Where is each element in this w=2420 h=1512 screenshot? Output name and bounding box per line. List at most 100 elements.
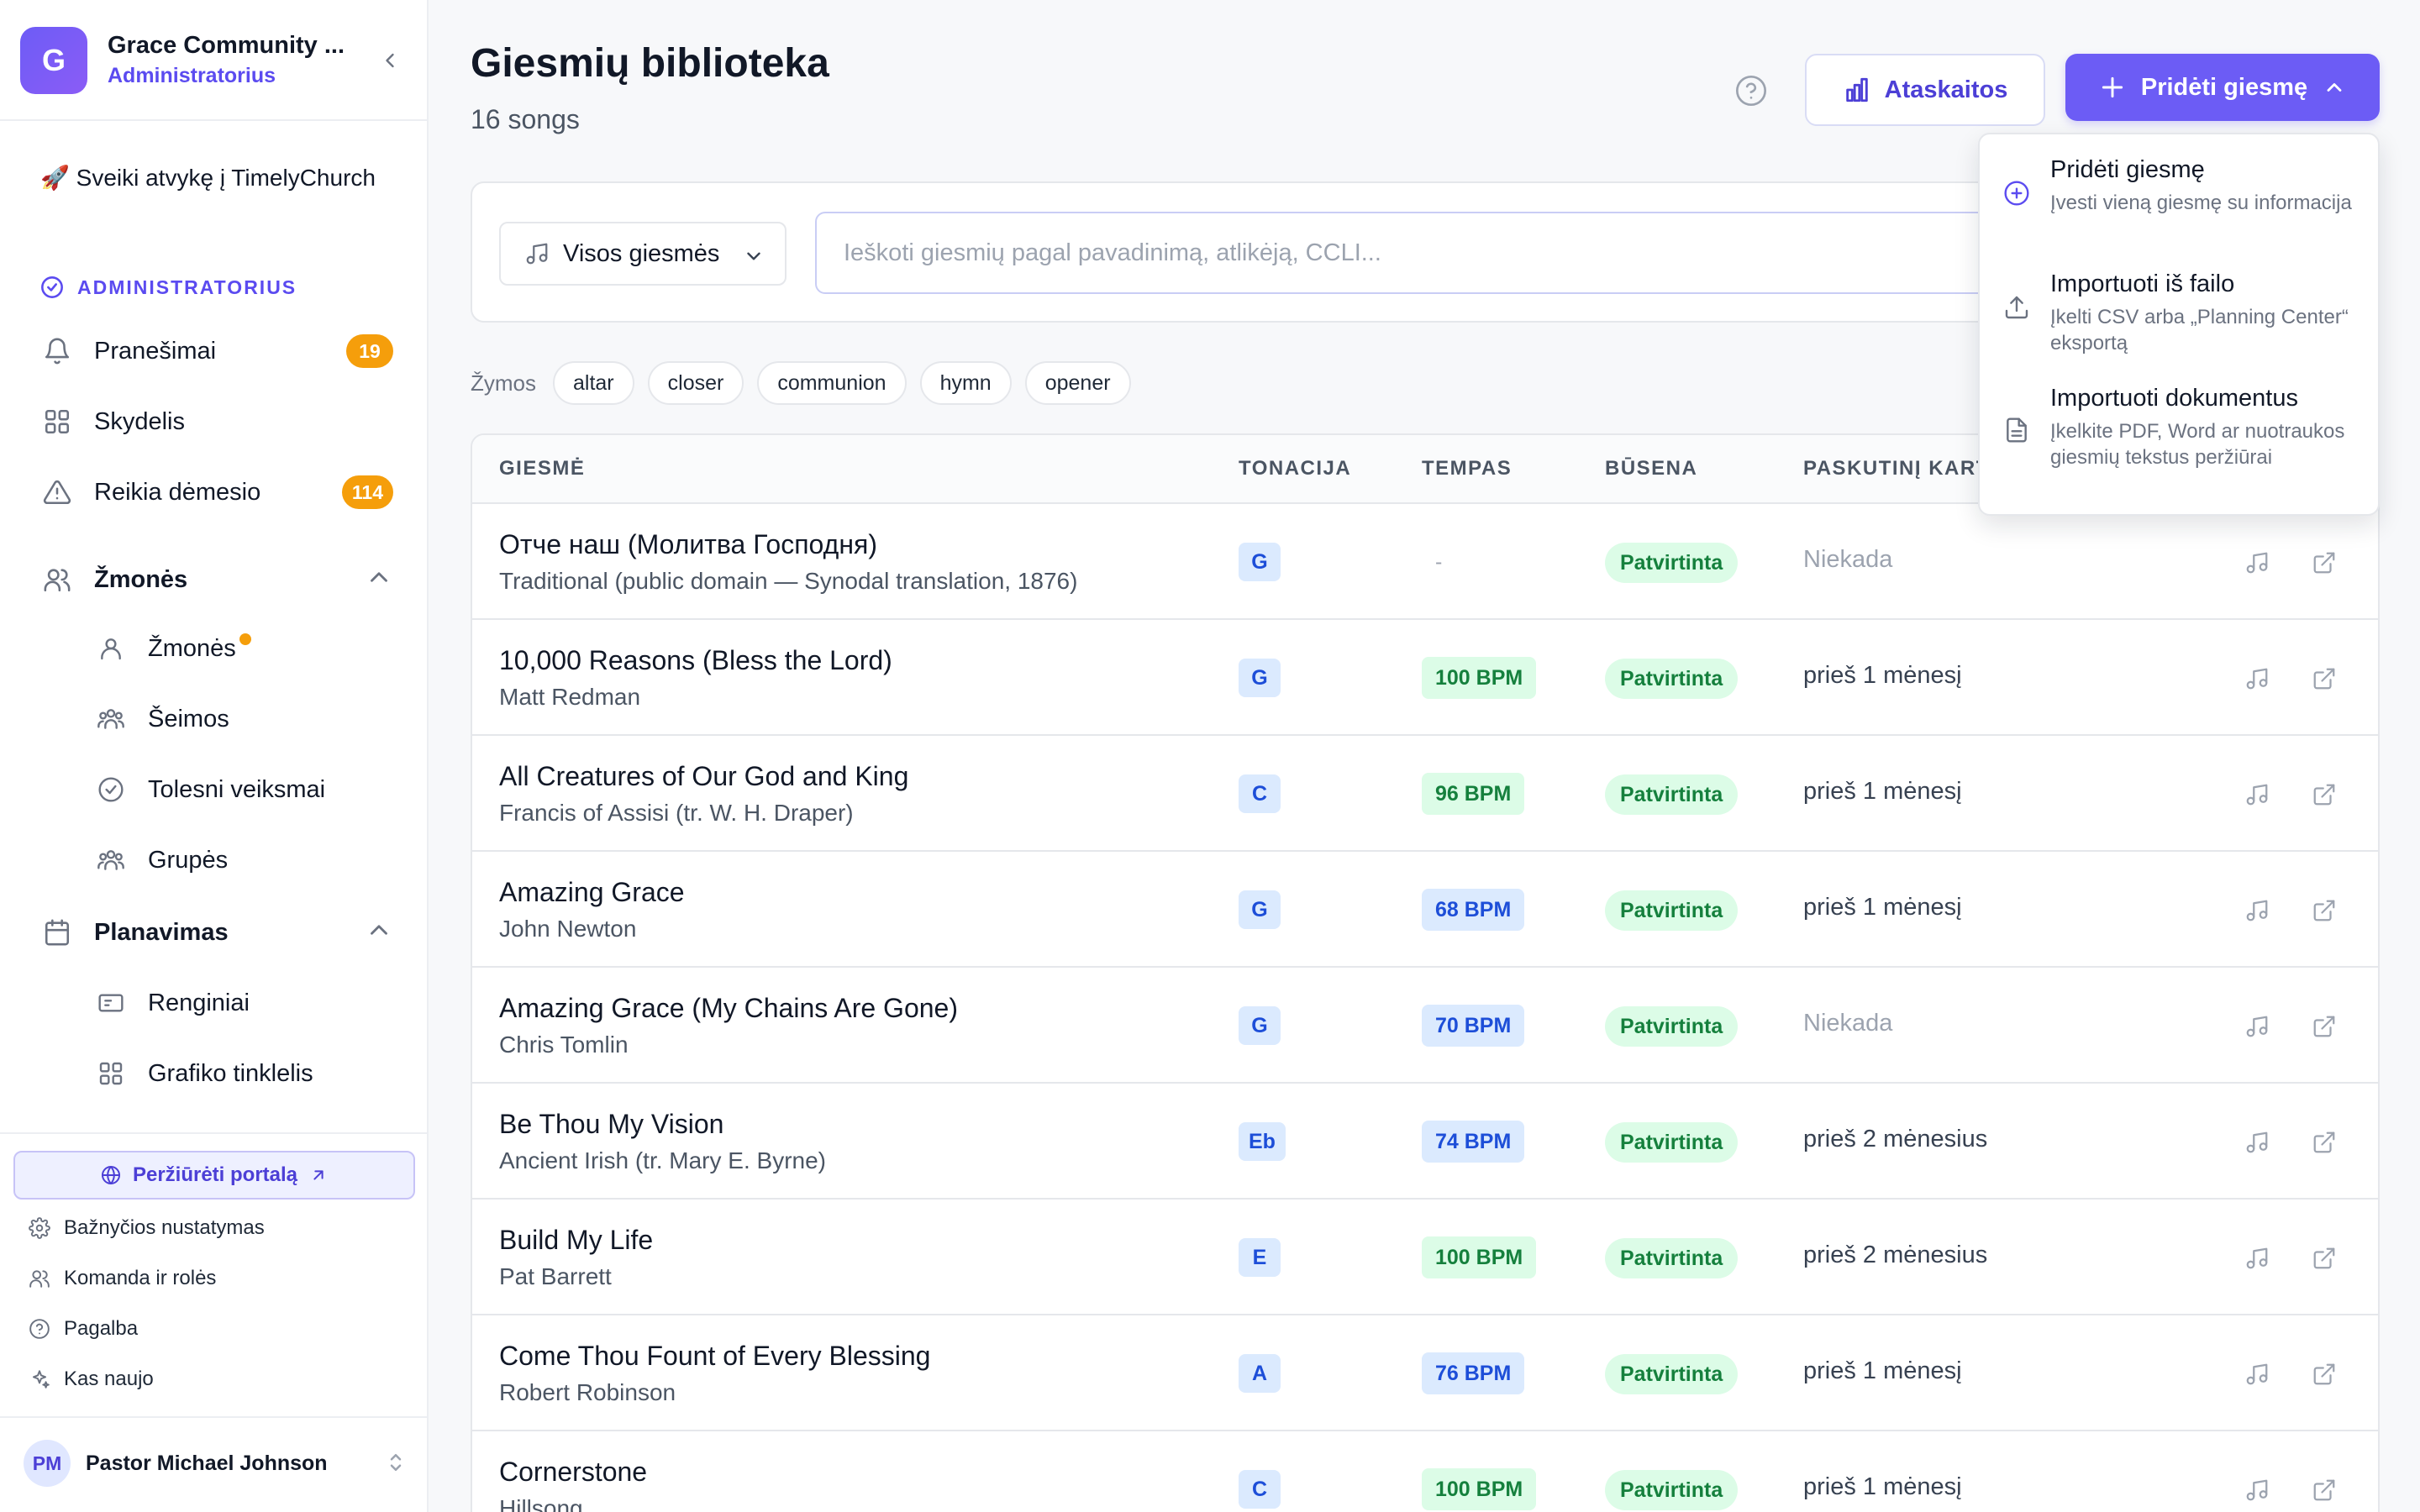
music-note-icon[interactable]	[2240, 1357, 2274, 1391]
view-portal-button[interactable]: Peržiūrėti portalą	[13, 1151, 415, 1200]
column-header-key[interactable]: TONACIJA	[1239, 457, 1351, 480]
key-badge: C	[1239, 1470, 1281, 1509]
help-button[interactable]	[1734, 74, 1768, 108]
sidebar-footer-help[interactable]: Pagalba	[29, 1312, 138, 1346]
collapse-sidebar-button[interactable]	[371, 42, 408, 79]
external-link-icon[interactable]	[2307, 778, 2341, 811]
table-row[interactable]: Build My Life Pat Barrett E 100 BPM Patvirti…	[472, 1200, 2378, 1315]
song-title[interactable]: Amazing Grace	[499, 877, 685, 908]
last-used: prieš 2 mėnesius	[1803, 1242, 1988, 1268]
status-badge: Patvirtinta	[1605, 1238, 1739, 1278]
sidebar-group-label: Žmonės	[94, 565, 188, 593]
sidebar-group-people[interactable]: Žmonės	[40, 554, 393, 605]
song-title[interactable]: Come Thou Fount of Every Blessing	[499, 1341, 930, 1372]
song-title[interactable]: Cornerstone	[499, 1457, 647, 1488]
user-name: Pastor Michael Johnson	[86, 1451, 328, 1475]
dropdown-item-import-documents[interactable]: Importuoti dokumentus Įkelkite PDF, Word…	[1980, 385, 2378, 499]
tempo-badge: 68 BPM	[1422, 889, 1525, 931]
check-circle-icon	[41, 276, 63, 298]
sidebar-item-dashboard[interactable]: Skydelis	[40, 396, 393, 447]
sidebar-item-attention[interactable]: Reikia dėmesio 114	[40, 467, 393, 517]
table-row[interactable]: Cornerstone Hillsong C 100 BPM Patvirtinta pr…	[472, 1431, 2378, 1512]
tag-chip[interactable]: opener	[1024, 361, 1131, 405]
sidebar-item-label: Tolesni veiksmai	[148, 775, 326, 803]
page-title: Giesmių biblioteka	[471, 41, 829, 86]
column-header-last-used[interactable]: PASKUTINĮ KART	[1803, 457, 1990, 480]
sidebar-item-families[interactable]: Šeimos	[94, 694, 393, 744]
tempo-badge: 76 BPM	[1422, 1352, 1525, 1394]
column-header-status[interactable]: BŪSENA	[1605, 457, 1697, 480]
song-title[interactable]: Build My Life	[499, 1225, 653, 1256]
sidebar-divider	[0, 119, 429, 121]
sidebar-item-notifications[interactable]: Pranešimai 19	[40, 326, 393, 376]
sidebar-group-planning[interactable]: Planavimas	[40, 907, 393, 958]
table-row[interactable]: Отче наш (Молитва Господня) Traditional (…	[472, 504, 2378, 620]
music-note-icon[interactable]	[2240, 1473, 2274, 1507]
tag-chip[interactable]: hymn	[919, 361, 1012, 405]
song-title[interactable]: Amazing Grace (My Chains Are Gone)	[499, 993, 958, 1024]
last-used: prieš 1 mėnesį	[1803, 662, 1962, 689]
sidebar-item-followups[interactable]: Tolesni veiksmai	[94, 764, 393, 815]
music-note-icon[interactable]	[2240, 1010, 2274, 1043]
org-switcher[interactable]: G Grace Community ... Administratorius	[20, 27, 408, 94]
dropdown-item-import-file[interactable]: Importuoti iš failo Įkelti CSV arba „Pla…	[1980, 270, 2378, 385]
org-name: Grace Community ...	[108, 32, 345, 59]
sidebar-footer-team[interactable]: Komanda ir rolės	[29, 1262, 216, 1295]
song-title[interactable]: All Creatures of Our God and King	[499, 761, 908, 792]
reports-button[interactable]: Ataskaitos	[1805, 54, 2045, 126]
external-link-icon[interactable]	[2307, 1357, 2341, 1391]
sidebar-item-people[interactable]: Žmonės	[94, 623, 393, 674]
external-link-icon[interactable]	[2307, 1242, 2341, 1275]
user-menu[interactable]: PM Pastor Michael Johnson	[24, 1440, 408, 1487]
song-title[interactable]: Be Thou My Vision	[499, 1109, 723, 1140]
sidebar-footer-whats-new[interactable]: Kas naujo	[29, 1362, 154, 1396]
sidebar-footer-settings[interactable]: Bažnyčios nustatymas	[29, 1211, 265, 1245]
tags-label: Žymos	[471, 370, 536, 396]
tag-chip[interactable]: communion	[757, 361, 907, 405]
sidebar-item-events[interactable]: Renginiai	[94, 978, 393, 1028]
table-row[interactable]: Be Thou My Vision Ancient Irish (tr. Mary…	[472, 1084, 2378, 1200]
music-note-icon[interactable]	[2240, 778, 2274, 811]
dropdown-item-title: Pridėti giesmę	[2050, 156, 2205, 183]
external-link-icon[interactable]	[2307, 662, 2341, 696]
add-song-label: Pridėti giesmę	[2140, 73, 2308, 101]
sidebar-item-label: Renginiai	[148, 989, 250, 1016]
external-link-icon[interactable]	[2307, 1473, 2341, 1507]
ticket-icon	[94, 986, 128, 1020]
table-row[interactable]: Come Thou Fount of Every Blessing Robert …	[472, 1315, 2378, 1431]
music-note-icon[interactable]	[2240, 1242, 2274, 1275]
table-row[interactable]: Amazing Grace John Newton G 68 BPM Patvirtin…	[472, 852, 2378, 968]
column-header-tempo[interactable]: TEMPAS	[1422, 457, 1512, 480]
key-badge: C	[1239, 774, 1281, 813]
external-link-icon[interactable]	[2307, 894, 2341, 927]
add-song-button[interactable]: Pridėti giesmę	[2065, 54, 2380, 121]
org-role: Administratorius	[108, 64, 276, 87]
dropdown-item-desc: Įkelti CSV arba „Planning Center“ ekspor…	[2050, 306, 2349, 354]
external-link-icon[interactable]	[2307, 546, 2341, 580]
tag-chip[interactable]: altar	[553, 361, 634, 405]
sidebar-item-groups[interactable]: Grupės	[94, 835, 393, 885]
sidebar-item-schedule[interactable]: Grafiko tinklelis	[94, 1048, 393, 1099]
song-author: Hillsong	[499, 1495, 583, 1512]
music-note-icon[interactable]	[2240, 662, 2274, 696]
key-badge: A	[1239, 1354, 1281, 1393]
music-note-icon[interactable]	[2240, 894, 2274, 927]
music-note-icon[interactable]	[2240, 1126, 2274, 1159]
music-note-icon[interactable]	[2240, 546, 2274, 580]
tag-chip[interactable]: closer	[647, 361, 744, 405]
dropdown-item-add-song[interactable]: Pridėti giesmę Įvesti vieną giesmę su in…	[1980, 156, 2378, 270]
chevron-up-icon	[2327, 83, 2342, 92]
external-link-icon[interactable]	[2307, 1126, 2341, 1159]
table-row[interactable]: 10,000 Reasons (Bless the Lord) Matt Redm…	[472, 620, 2378, 736]
column-header-song[interactable]: GIESMĖ	[499, 457, 585, 480]
song-author: Pat Barrett	[499, 1263, 612, 1289]
dropdown-item-title: Importuoti iš failo	[2050, 270, 2235, 297]
song-filter-select[interactable]: Visos giesmės	[499, 222, 786, 286]
external-link-icon[interactable]	[2307, 1010, 2341, 1043]
song-title[interactable]: 10,000 Reasons (Bless the Lord)	[499, 645, 892, 676]
table-row[interactable]: All Creatures of Our God and King Francis…	[472, 736, 2378, 852]
song-title[interactable]: Отче наш (Молитва Господня)	[499, 529, 877, 560]
sidebar: G Grace Community ... Administratorius 🚀…	[0, 0, 429, 1512]
songs-table: GIESMĖ TONACIJA TEMPAS BŪSENA PASKUTINĮ …	[471, 433, 2380, 1512]
table-row[interactable]: Amazing Grace (My Chains Are Gone) Chris …	[472, 968, 2378, 1084]
